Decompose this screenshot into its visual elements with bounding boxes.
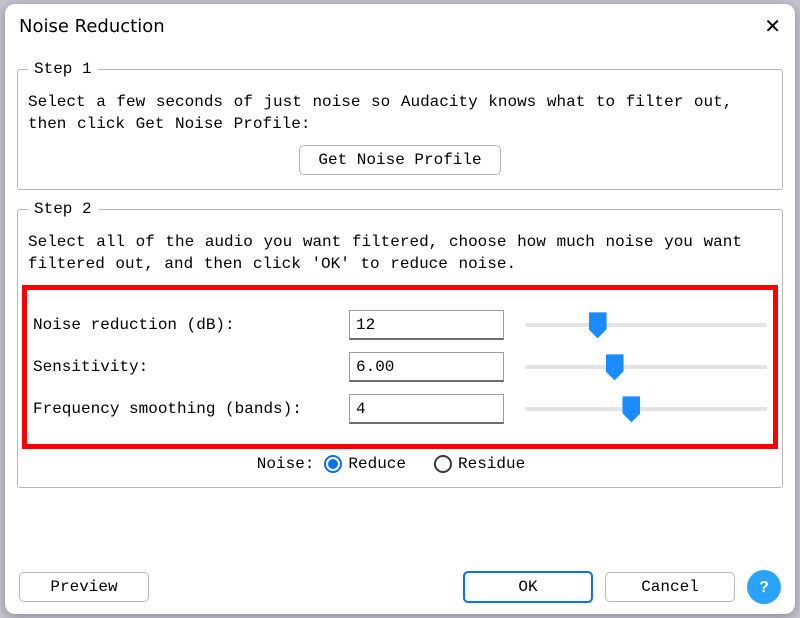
param-row-noise-reduction: Noise reduction (dB): [33,310,767,340]
noise-reduction-label: Noise reduction (dB): [33,316,333,334]
titlebar: Noise Reduction ✕ [5,4,795,48]
radio-residue-label: Residue [458,455,525,473]
step2-legend: Step 2 [28,200,98,218]
svg-text:?: ? [759,579,769,596]
sensitivity-label: Sensitivity: [33,358,333,376]
noise-mode-row: Noise: Reduce Residue [28,455,772,473]
cancel-button[interactable]: Cancel [605,572,735,602]
radio-reduce[interactable]: Reduce [324,455,406,473]
help-button[interactable]: ? [747,570,781,604]
dialog-footer: Preview OK Cancel ? [5,570,795,604]
frequency-smoothing-slider[interactable] [525,394,767,424]
param-row-sensitivity: Sensitivity: [33,352,767,382]
radio-reduce-label: Reduce [348,455,406,473]
sensitivity-input[interactable] [349,352,504,382]
step2-description: Select all of the audio you want filtere… [28,232,772,275]
step1-legend: Step 1 [28,60,98,78]
frequency-smoothing-label: Frequency smoothing (bands): [33,400,333,418]
ok-button[interactable]: OK [463,571,593,603]
slider-thumb-icon[interactable] [606,354,624,380]
window-title: Noise Reduction [19,16,165,37]
params-highlight-box: Noise reduction (dB): Sensitivity: [22,285,778,449]
radio-residue[interactable]: Residue [434,455,525,473]
noise-reduction-dialog: Noise Reduction ✕ Step 1 Select a few se… [5,4,795,614]
step2-group: Step 2 Select all of the audio you want … [17,200,783,488]
noise-mode-label: Noise: [257,455,315,473]
slider-thumb-icon[interactable] [622,396,640,422]
help-icon: ? [754,577,774,597]
noise-reduction-input[interactable] [349,310,504,340]
get-noise-profile-button[interactable]: Get Noise Profile [299,145,500,175]
sensitivity-slider[interactable] [525,352,767,382]
dialog-content: Step 1 Select a few seconds of just nois… [5,48,795,488]
preview-button[interactable]: Preview [19,572,149,602]
param-row-frequency-smoothing: Frequency smoothing (bands): [33,394,767,424]
step1-description: Select a few seconds of just noise so Au… [28,92,772,135]
noise-reduction-slider[interactable] [525,310,767,340]
step1-group: Step 1 Select a few seconds of just nois… [17,60,783,190]
frequency-smoothing-input[interactable] [349,394,504,424]
radio-dot-icon [324,455,342,473]
slider-thumb-icon[interactable] [589,312,607,338]
close-icon[interactable]: ✕ [764,16,781,36]
radio-dot-icon [434,455,452,473]
